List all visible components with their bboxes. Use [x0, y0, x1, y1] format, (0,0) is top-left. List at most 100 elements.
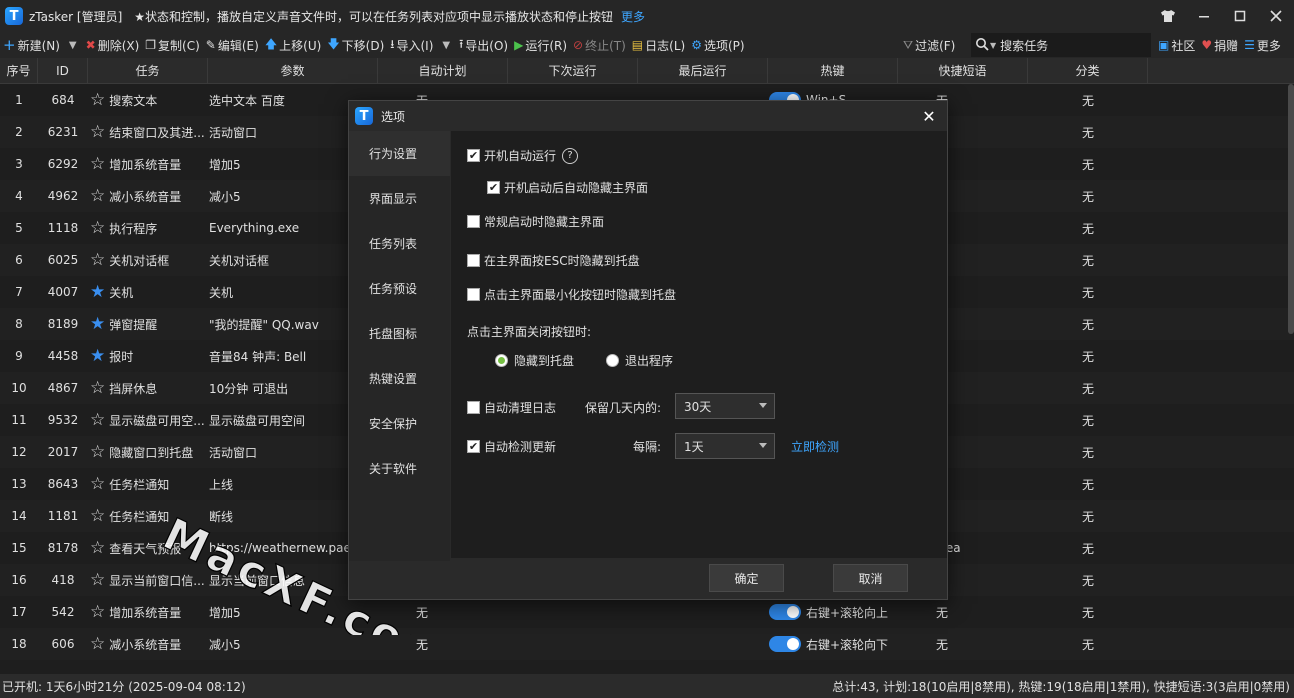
header-no[interactable]: 序号: [0, 58, 38, 83]
clean-log-checkbox[interactable]: [467, 401, 480, 414]
import-dropdown-icon[interactable]: ▼: [436, 40, 456, 51]
star-icon[interactable]: ★: [90, 283, 105, 301]
star-icon[interactable]: ☆: [90, 635, 105, 653]
radio-exit-circle[interactable]: [606, 354, 619, 367]
autostart-hide-checkbox[interactable]: ✔: [487, 181, 500, 194]
stop-button[interactable]: ⊘ 终止(T): [570, 34, 629, 56]
move-up-button[interactable]: 🡅 上移(U): [262, 34, 325, 56]
keep-days-select[interactable]: 30天: [675, 393, 775, 419]
delete-button[interactable]: ✖ 删除(X): [83, 34, 143, 56]
filter-button[interactable]: ⛛ 过滤(F): [900, 34, 958, 56]
close-action-label: 点击主界面关闭按钮时:: [467, 325, 592, 339]
star-icon[interactable]: ☆: [90, 507, 105, 525]
radio-exit[interactable]: 退出程序: [606, 352, 673, 369]
header-auto-plan[interactable]: 自动计划: [378, 58, 508, 83]
table-row[interactable]: 17 542 ☆ 增加系统音量 增加5 无 右键+滚轮向上 无 无: [0, 596, 1294, 628]
nav-tray-icon[interactable]: 托盘图标: [349, 311, 450, 356]
hotkey-toggle[interactable]: [769, 604, 801, 620]
option-clean-log[interactable]: 自动清理日志: [467, 399, 556, 416]
help-icon[interactable]: ?: [562, 147, 579, 164]
option-min-tray[interactable]: 点击主界面最小化按钮时隐藏到托盘: [467, 286, 676, 303]
nav-hotkey[interactable]: 热键设置: [349, 356, 450, 401]
donate-button[interactable]: ♥ 捐赠: [1198, 34, 1241, 56]
option-check-update[interactable]: ✔ 自动检测更新: [467, 438, 556, 455]
cell-phrase: 无: [936, 605, 949, 620]
star-icon[interactable]: ☆: [90, 539, 105, 557]
star-icon[interactable]: ☆: [90, 219, 105, 237]
header-hotkey[interactable]: 热键: [768, 58, 898, 83]
dialog-close-icon[interactable]: ✕: [919, 106, 939, 126]
autostart-checkbox[interactable]: ✔: [467, 149, 480, 162]
skin-icon[interactable]: [1150, 0, 1186, 32]
new-button[interactable]: + 新建(N): [0, 34, 63, 56]
community-button[interactable]: ▣ 社区: [1155, 34, 1198, 56]
option-normal-hide[interactable]: 常规启动时隐藏主界面: [467, 213, 604, 230]
options-button[interactable]: ⚙ 选项(P): [688, 34, 747, 56]
log-icon: ▤: [631, 38, 644, 52]
nav-task-list[interactable]: 任务列表: [349, 221, 450, 266]
star-icon[interactable]: ☆: [90, 443, 105, 461]
star-icon[interactable]: ☆: [90, 123, 105, 141]
plus-icon: +: [3, 36, 16, 54]
nav-interface[interactable]: 界面显示: [349, 176, 450, 221]
header-id[interactable]: ID: [38, 58, 88, 83]
nav-behavior[interactable]: 行为设置: [349, 131, 450, 176]
export-button[interactable]: ⭱ 导出(O): [456, 34, 511, 56]
table-row[interactable]: 18 606 ☆ 减小系统音量 减小5 无 右键+滚轮向下 无 无: [0, 628, 1294, 660]
cell-category: 无: [1081, 573, 1094, 588]
cell-hotkey: 右键+滚轮向下: [768, 628, 898, 660]
option-esc-tray[interactable]: 在主界面按ESC时隐藏到托盘: [467, 252, 640, 269]
star-icon[interactable]: ☆: [90, 603, 105, 621]
star-icon[interactable]: ☆: [90, 155, 105, 173]
star-icon[interactable]: ☆: [90, 475, 105, 493]
nav-task-preset[interactable]: 任务预设: [349, 266, 450, 311]
new-dropdown-icon[interactable]: ▼: [63, 40, 83, 51]
radio-hide-tray-circle[interactable]: [495, 354, 508, 367]
hotkey-toggle[interactable]: [769, 636, 801, 652]
radio-hide-tray[interactable]: 隐藏到托盘: [495, 352, 574, 369]
esc-tray-checkbox[interactable]: [467, 254, 480, 267]
close-icon[interactable]: [1258, 0, 1294, 32]
search-input[interactable]: 搜索任务: [1000, 37, 1048, 54]
star-icon[interactable]: ☆: [90, 251, 105, 269]
nav-security[interactable]: 安全保护: [349, 401, 450, 446]
header-last-run[interactable]: 最后运行: [638, 58, 768, 83]
run-button[interactable]: ▶ 运行(R): [511, 34, 570, 56]
star-icon[interactable]: ★: [90, 315, 105, 333]
header-next-run[interactable]: 下次运行: [508, 58, 638, 83]
dialog-content: ✔ 开机自动运行 ? ✔ 开机启动后自动隐藏主界面 常规启动时隐藏主界面 在主界…: [451, 131, 947, 558]
more-button[interactable]: ☰ 更多: [1241, 34, 1284, 56]
check-now-link[interactable]: 立即检测: [791, 438, 839, 455]
cancel-button[interactable]: 取消: [833, 564, 908, 592]
table-scrollbar[interactable]: [1288, 84, 1294, 334]
star-icon[interactable]: ☆: [90, 571, 105, 589]
normal-hide-checkbox[interactable]: [467, 215, 480, 228]
min-tray-checkbox[interactable]: [467, 288, 480, 301]
check-update-checkbox[interactable]: ✔: [467, 440, 480, 453]
option-autostart-hide[interactable]: ✔ 开机启动后自动隐藏主界面: [487, 179, 648, 196]
copy-button[interactable]: ❐ 复制(C): [142, 34, 203, 56]
title-more-link[interactable]: 更多: [621, 8, 645, 25]
star-icon[interactable]: ☆: [90, 91, 105, 109]
import-button[interactable]: ⭳ 导入(I): [387, 34, 436, 56]
log-button[interactable]: ▤ 日志(L): [629, 34, 688, 56]
nav-about[interactable]: 关于软件: [349, 446, 450, 491]
header-param[interactable]: 参数: [208, 58, 378, 83]
star-icon[interactable]: ☆: [90, 411, 105, 429]
minimize-icon[interactable]: [1186, 0, 1222, 32]
header-category[interactable]: 分类: [1028, 58, 1148, 83]
star-icon[interactable]: ☆: [90, 379, 105, 397]
edit-button[interactable]: ✎ 编辑(E): [203, 34, 262, 56]
maximize-icon[interactable]: [1222, 0, 1258, 32]
star-icon[interactable]: ☆: [90, 187, 105, 205]
move-down-button[interactable]: 🡇 下移(D): [324, 34, 387, 56]
option-autostart[interactable]: ✔ 开机自动运行 ?: [467, 147, 579, 164]
header-task[interactable]: 任务: [88, 58, 208, 83]
ok-button[interactable]: 确定: [709, 564, 784, 592]
star-icon[interactable]: ★: [90, 347, 105, 365]
toolbar: + 新建(N) ▼ ✖ 删除(X) ❐ 复制(C) ✎ 编辑(E) 🡅 上移(U) 🡇 下移…: [0, 32, 1294, 58]
search-dropdown-icon[interactable]: ▼: [990, 41, 996, 50]
interval-select[interactable]: 1天: [675, 433, 775, 459]
search-box[interactable]: ▼ 搜索任务: [971, 33, 1151, 57]
header-phrase[interactable]: 快捷短语: [898, 58, 1028, 83]
